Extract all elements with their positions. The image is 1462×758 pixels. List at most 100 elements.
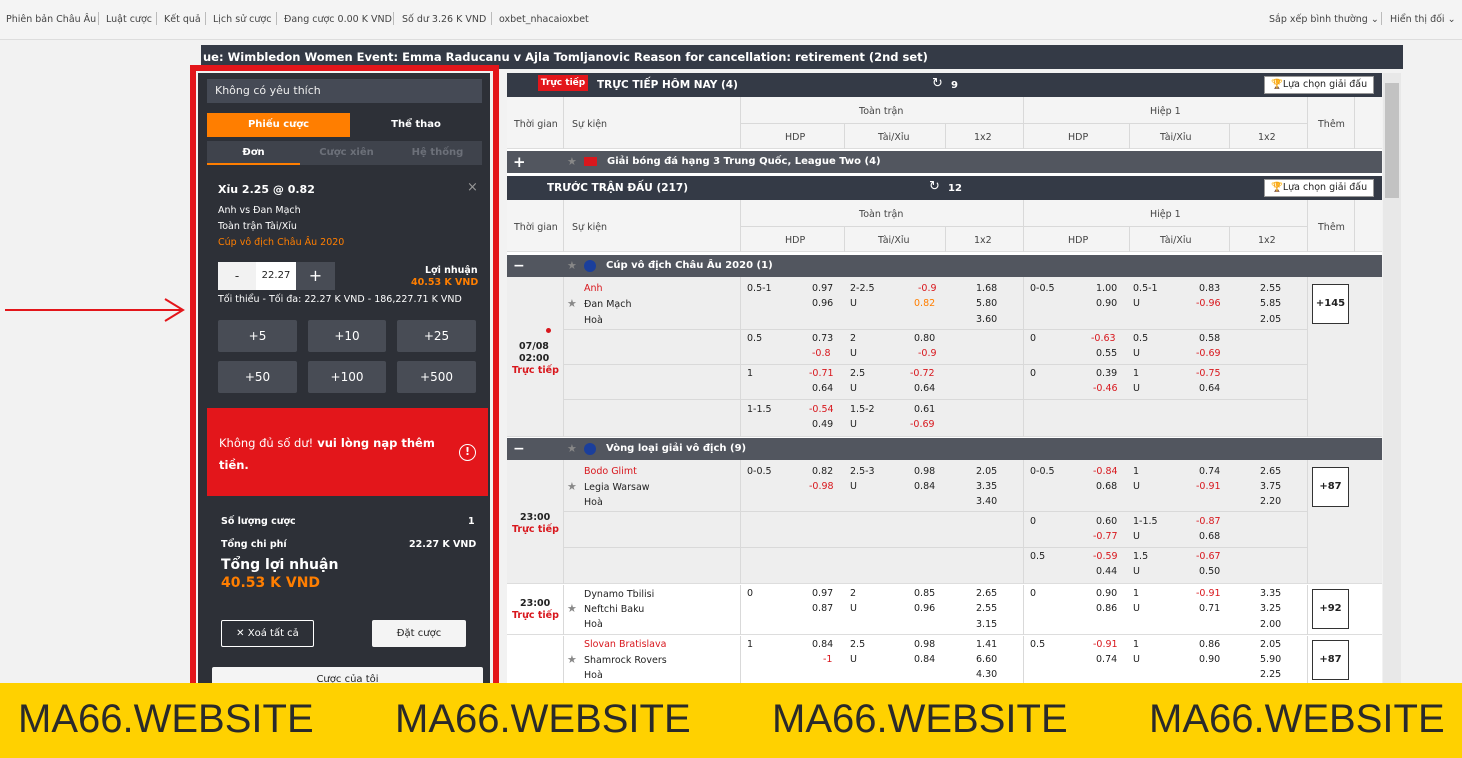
odds-cell[interactable]: -0.96: [1196, 298, 1221, 309]
odds-cell[interactable]: 0.86: [1096, 603, 1117, 614]
star-icon[interactable]: ★: [567, 602, 577, 615]
odds-cell[interactable]: 2.05: [1260, 639, 1281, 650]
odds-cell[interactable]: -0.91: [1093, 639, 1118, 650]
home-team[interactable]: Bodo Glimt: [584, 466, 637, 477]
link-rules[interactable]: Luật cược: [106, 14, 152, 25]
odds-cell[interactable]: 0.84: [812, 639, 833, 650]
odds-cell[interactable]: 0.84: [914, 481, 935, 492]
odds-cell[interactable]: -0.63: [1091, 333, 1116, 344]
star-icon[interactable]: ★: [567, 653, 577, 666]
odds-cell[interactable]: 2.20: [1260, 496, 1281, 507]
sort-select[interactable]: Sắp xếp bình thường ⌄: [1269, 14, 1379, 25]
username[interactable]: oxbet_nhacaioxbet: [499, 14, 589, 25]
odds-cell[interactable]: 5.90: [1260, 654, 1281, 665]
star-icon[interactable]: ★: [567, 255, 577, 277]
odds-cell[interactable]: 3.25: [1260, 603, 1281, 614]
odds-cell[interactable]: -0.98: [809, 481, 834, 492]
odds-cell[interactable]: 0.90: [1096, 298, 1117, 309]
odds-cell[interactable]: 2.65: [976, 588, 997, 599]
scrollbar[interactable]: [1383, 73, 1401, 685]
odds-cell[interactable]: 0.98: [914, 639, 935, 650]
odds-cell[interactable]: 3.35: [1260, 588, 1281, 599]
odds-cell[interactable]: 2.00: [1260, 619, 1281, 630]
odds-cell[interactable]: 0.68: [1199, 531, 1220, 542]
link-results[interactable]: Kết quả: [164, 14, 201, 25]
away-team[interactable]: Shamrock Rovers: [584, 655, 667, 666]
odds-cell[interactable]: -0.71: [809, 368, 834, 379]
odds-cell[interactable]: 0.98: [914, 466, 935, 477]
odds-cell[interactable]: 1.41: [976, 639, 997, 650]
odds-cell[interactable]: 0.96: [914, 603, 935, 614]
odds-cell[interactable]: 5.80: [976, 298, 997, 309]
odds-cell[interactable]: 0.73: [812, 333, 833, 344]
odds-cell[interactable]: -0.46: [1093, 383, 1118, 394]
odds-cell[interactable]: 0.74: [1096, 654, 1117, 665]
refresh-icon[interactable]: ↻: [932, 76, 943, 91]
odds-cell[interactable]: 3.15: [976, 619, 997, 630]
league-row-china[interactable]: + ★ Giải bóng đá hạng 3 Trung Quốc, Leag…: [507, 151, 1382, 173]
odds-cell-selected[interactable]: 0.82: [914, 298, 935, 309]
odds-cell[interactable]: 0.86: [1199, 639, 1220, 650]
away-team[interactable]: Legia Warsaw: [584, 482, 650, 493]
odds-cell[interactable]: 0.84: [914, 654, 935, 665]
away-team[interactable]: Neftchi Baku: [584, 604, 644, 615]
scrollbar-thumb[interactable]: [1385, 83, 1399, 198]
odds-cell[interactable]: 0.61: [914, 404, 935, 415]
odds-cell[interactable]: 3.35: [976, 481, 997, 492]
odds-cell[interactable]: 0.44: [1096, 566, 1117, 577]
odds-cell[interactable]: 0.82: [812, 466, 833, 477]
more-markets-button[interactable]: +145: [1312, 284, 1349, 324]
odds-cell[interactable]: 0.71: [1199, 603, 1220, 614]
odds-cell[interactable]: -0.8: [812, 348, 831, 359]
odds-cell[interactable]: -0.69: [1196, 348, 1221, 359]
link-bet-history[interactable]: Lịch sử cược: [213, 14, 271, 25]
odds-cell[interactable]: -0.59: [1093, 551, 1118, 562]
odds-cell[interactable]: 0.80: [914, 333, 935, 344]
odds-cell[interactable]: -0.84: [1093, 466, 1118, 477]
star-icon[interactable]: ★: [567, 297, 577, 310]
odds-cell[interactable]: -0.69: [910, 419, 935, 430]
link-europe-version[interactable]: Phiên bản Châu Âu: [6, 14, 96, 25]
odds-cell[interactable]: 2.65: [1260, 466, 1281, 477]
odds-cell[interactable]: 6.60: [976, 654, 997, 665]
star-icon[interactable]: ★: [567, 480, 577, 493]
odds-cell[interactable]: 0.96: [812, 298, 833, 309]
odds-cell[interactable]: 0.87: [812, 603, 833, 614]
odds-cell[interactable]: 0.68: [1096, 481, 1117, 492]
odds-cell[interactable]: 1.00: [1096, 283, 1117, 294]
odds-cell[interactable]: 3.60: [976, 314, 997, 325]
odds-cell[interactable]: 0.64: [812, 383, 833, 394]
odds-cell[interactable]: 0.49: [812, 419, 833, 430]
odds-cell[interactable]: 0.60: [1096, 516, 1117, 527]
odds-cell[interactable]: 1.68: [976, 283, 997, 294]
odds-cell[interactable]: 0.97: [812, 283, 833, 294]
odds-cell[interactable]: -0.91: [1196, 588, 1221, 599]
odds-cell[interactable]: 0.90: [1199, 654, 1220, 665]
odds-cell[interactable]: -0.9: [918, 283, 937, 294]
odds-cell[interactable]: 0.64: [1199, 383, 1220, 394]
odds-cell[interactable]: -0.91: [1196, 481, 1221, 492]
odds-cell[interactable]: 3.75: [1260, 481, 1281, 492]
odds-cell[interactable]: -0.54: [809, 404, 834, 415]
league-select-button[interactable]: 🏆Lựa chọn giải đấu: [1264, 179, 1375, 197]
home-team[interactable]: Slovan Bratislava: [584, 639, 666, 650]
collapse-icon[interactable]: −: [513, 255, 525, 277]
league-row-euro[interactable]: − ★ Cúp vô địch Châu Âu 2020 (1): [507, 255, 1382, 277]
star-icon[interactable]: ★: [567, 438, 577, 460]
odds-cell[interactable]: 2.55: [1260, 283, 1281, 294]
odds-cell[interactable]: 2.05: [1260, 314, 1281, 325]
odds-cell[interactable]: -0.75: [1196, 368, 1221, 379]
league-row-qualifiers[interactable]: − ★ Vòng loại giải vô địch (9): [507, 438, 1382, 460]
odds-cell[interactable]: -1: [823, 654, 832, 665]
home-team[interactable]: Anh: [584, 283, 603, 294]
odds-cell[interactable]: 0.55: [1096, 348, 1117, 359]
odds-cell[interactable]: 0.50: [1199, 566, 1220, 577]
expand-icon[interactable]: +: [513, 151, 526, 173]
odds-cell[interactable]: 0.74: [1199, 466, 1220, 477]
odds-cell[interactable]: 0.39: [1096, 368, 1117, 379]
odds-cell[interactable]: 0.85: [914, 588, 935, 599]
odds-cell[interactable]: -0.72: [910, 368, 935, 379]
home-team[interactable]: Dynamo Tbilisi: [584, 589, 654, 600]
odds-cell[interactable]: 3.40: [976, 496, 997, 507]
more-markets-button[interactable]: +87: [1312, 467, 1349, 507]
